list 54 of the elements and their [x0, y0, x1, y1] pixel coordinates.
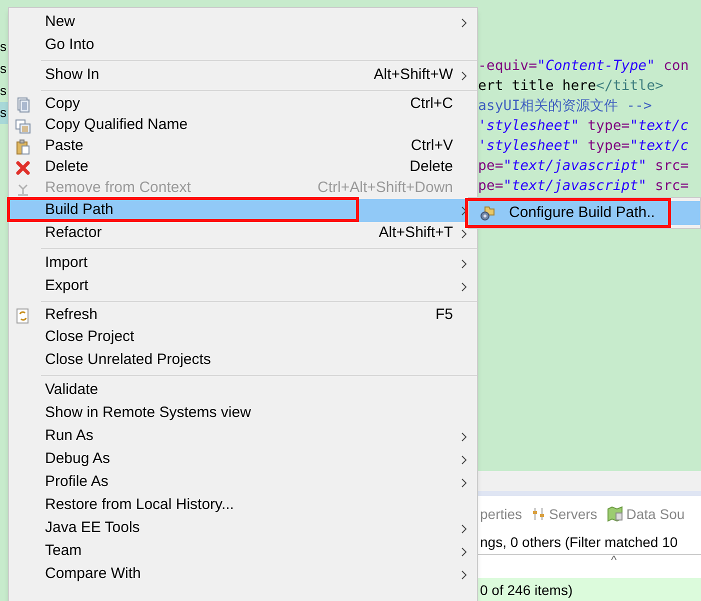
- menu-item[interactable]: Copy Qualified Name: [9, 115, 477, 136]
- map-icon: [607, 506, 624, 522]
- code-line: -equiv="Content-Type" con: [478, 57, 690, 76]
- menu-item[interactable]: Refresh F5: [9, 305, 477, 326]
- menu-item[interactable]: Show In Alt+Shift+W: [9, 64, 477, 87]
- item-count: 0 of 246 items): [478, 578, 701, 601]
- menu-item[interactable]: Refactor Alt+Shift+T: [9, 222, 477, 245]
- code-line: pe="text/javascript" src=: [478, 157, 690, 176]
- tree-item[interactable]: s: [0, 58, 8, 80]
- tree-item[interactable]: s: [0, 80, 8, 102]
- menu-item[interactable]: Profile As: [9, 471, 477, 494]
- code-line: 'stylesheet" type="text/c: [478, 137, 690, 156]
- menu-item[interactable]: Export: [9, 275, 477, 298]
- refresh-icon: [15, 308, 31, 324]
- menu-item[interactable]: Validate: [9, 379, 477, 402]
- menu-item[interactable]: Team: [9, 540, 477, 563]
- shortcut-label: Ctrl+C: [410, 94, 453, 114]
- shortcut-label: Ctrl+Alt+Shift+Down: [318, 178, 453, 198]
- code-line: pe="text/javascript" src=: [478, 177, 690, 196]
- menu-item[interactable]: Restore from Local History...: [9, 494, 477, 517]
- copy-icon: [15, 118, 31, 134]
- tree-item[interactable]: s: [0, 102, 8, 124]
- panel-tab[interactable]: perties: [480, 504, 522, 524]
- status-summary: ngs, 0 others (Filter matched 10: [479, 533, 679, 552]
- code-line: asyUI相关的资源文件 -->: [478, 97, 653, 116]
- sort-caret[interactable]: ^: [611, 551, 617, 569]
- panel-tab[interactable]: Data Sou: [607, 504, 685, 524]
- menu-item[interactable]: Copy Ctrl+C: [9, 94, 477, 115]
- delete-icon: [15, 160, 31, 176]
- gear-folder-icon: [479, 205, 495, 221]
- menu-item[interactable]: Compare With: [9, 563, 477, 586]
- menu-item[interactable]: New: [9, 11, 477, 34]
- menu-item[interactable]: Paste Ctrl+V: [9, 136, 477, 157]
- shortcut-label: Alt+Shift+W: [374, 65, 453, 86]
- shortcut-label: F5: [435, 305, 453, 326]
- shortcut-label: Ctrl+V: [410, 136, 453, 156]
- menu-item[interactable]: Close Project: [9, 326, 477, 349]
- code-line: ert title here</title>: [478, 77, 664, 96]
- menu-item[interactable]: Close Unrelated Projects: [9, 349, 477, 372]
- shortcut-label: Alt+Shift+T: [378, 223, 453, 244]
- menu-item[interactable]: Import: [9, 252, 477, 275]
- menu-item[interactable]: Show in Remote Systems view: [9, 402, 477, 425]
- panel-tab[interactable]: Servers: [532, 504, 598, 524]
- menu-item[interactable]: Java EE Tools: [9, 517, 477, 540]
- copy-icon: [15, 96, 31, 112]
- menu-item[interactable]: Go Into: [9, 34, 477, 57]
- tree-item[interactable]: s: [0, 36, 8, 58]
- clipboard-icon: [15, 138, 31, 154]
- servers-icon: [532, 507, 546, 521]
- shortcut-label: Delete: [410, 157, 453, 178]
- code-line: 'stylesheet" type="text/c: [478, 117, 690, 136]
- menu-item[interactable]: Run As: [9, 425, 477, 448]
- menu-item[interactable]: Debug As: [9, 448, 477, 471]
- menu-item[interactable]: Delete Delete: [9, 157, 477, 178]
